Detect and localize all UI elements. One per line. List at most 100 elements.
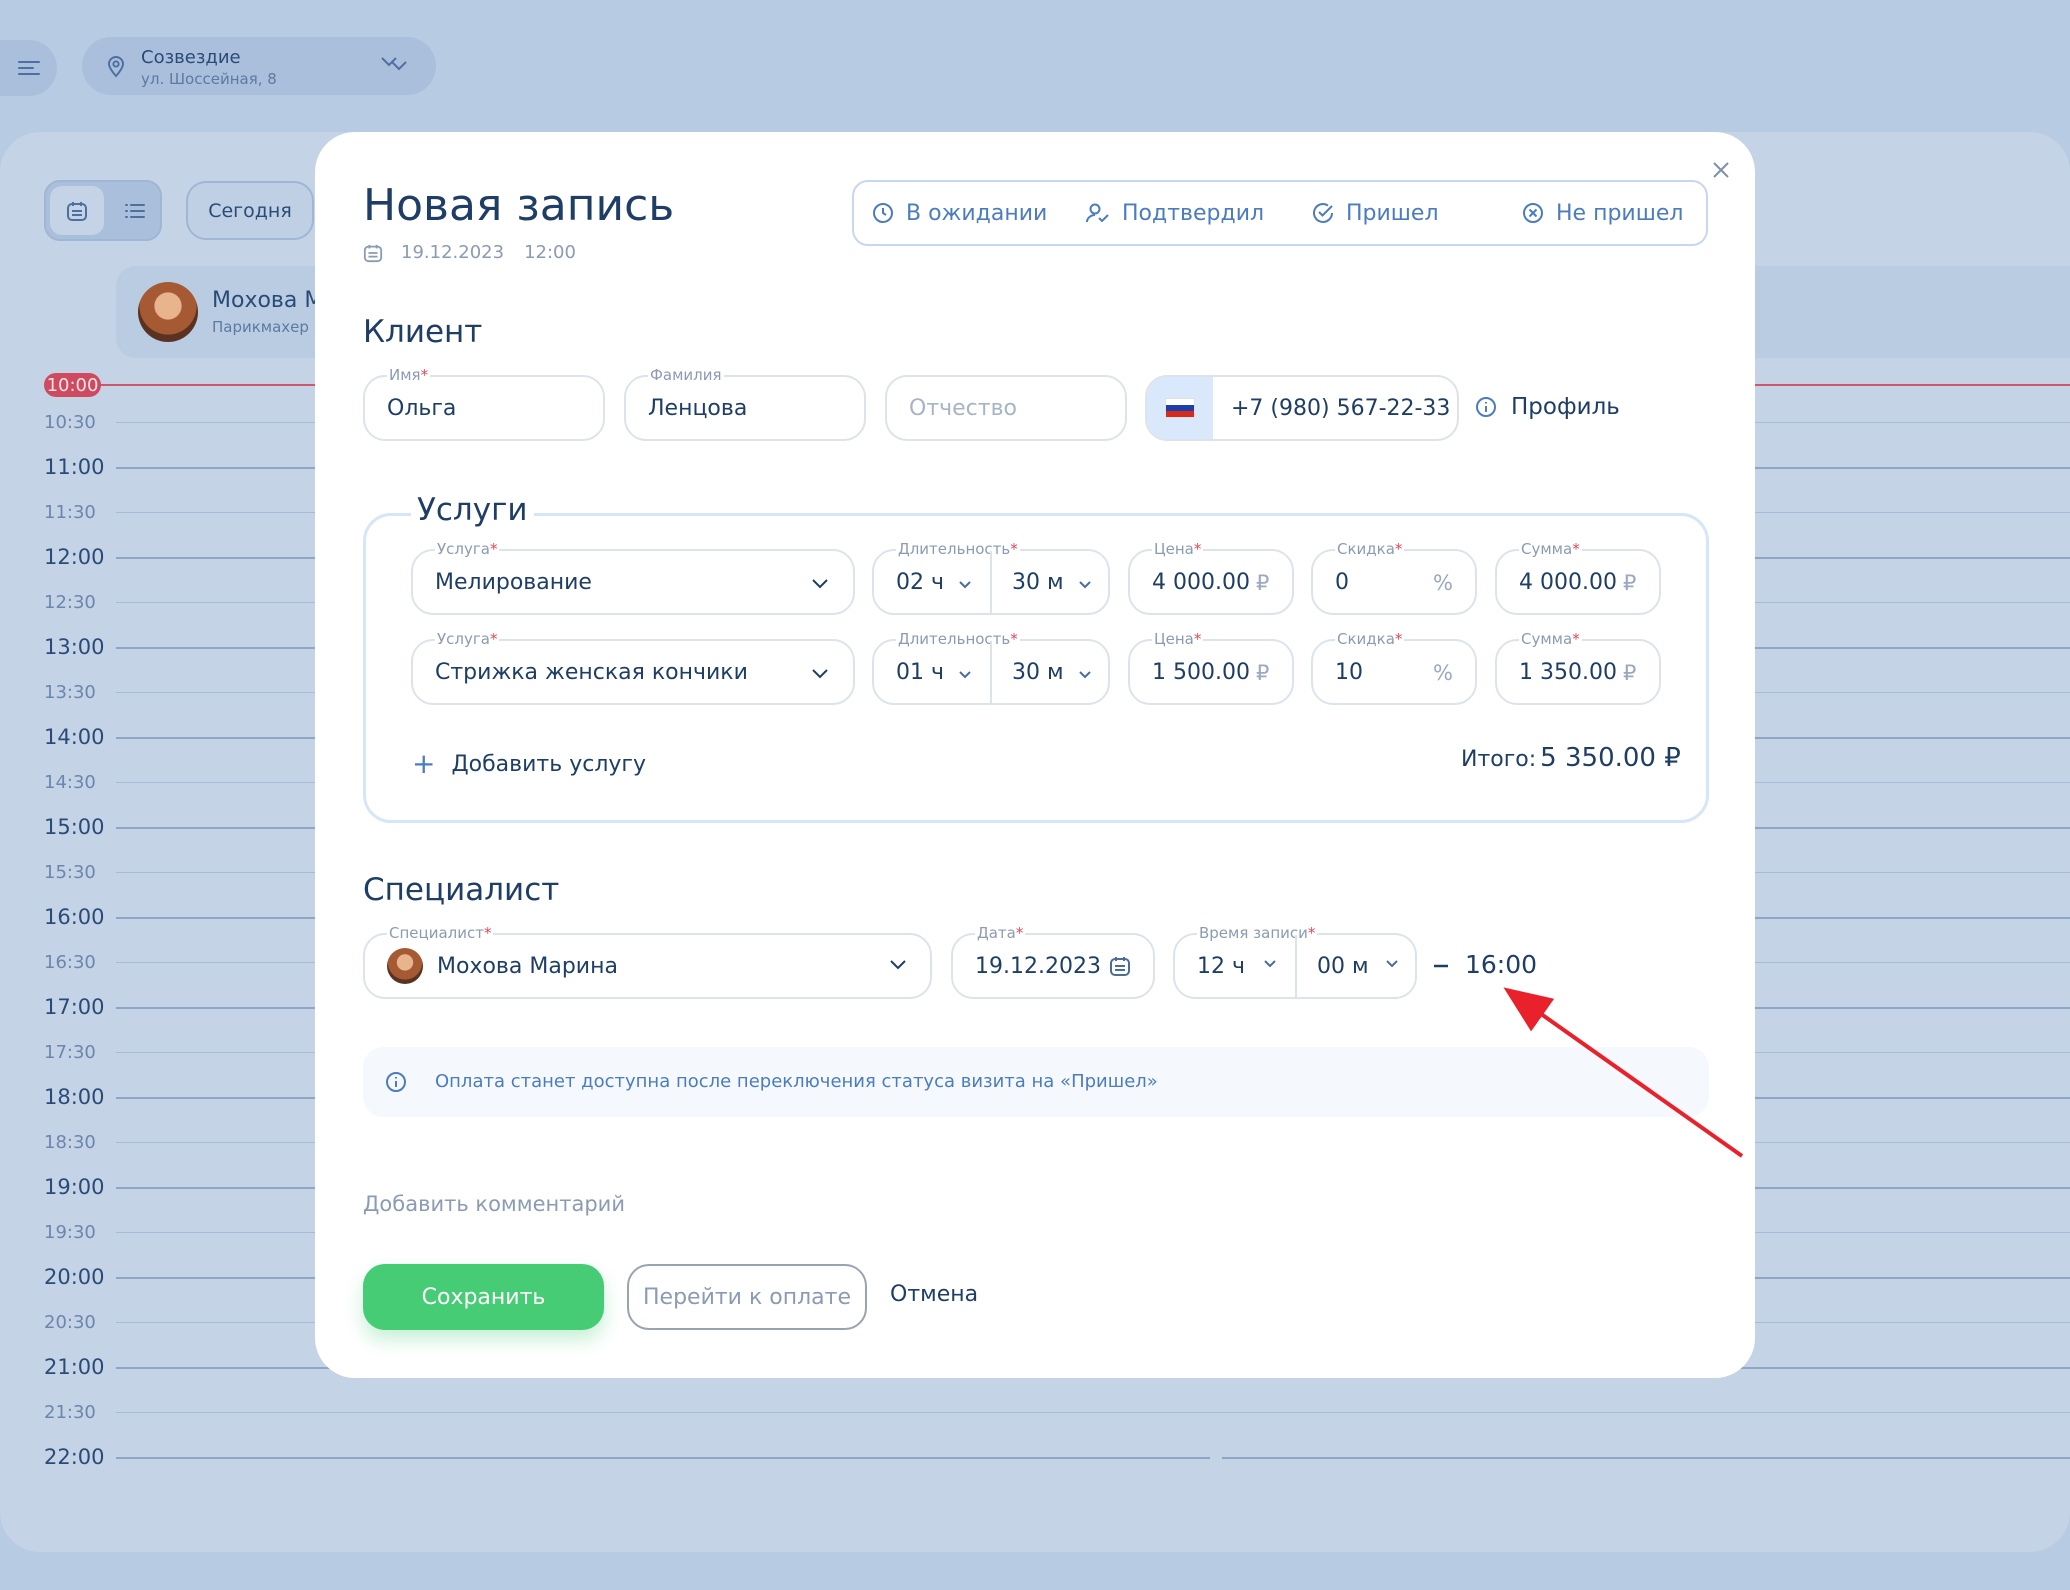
price-value: 1 500.00: [1152, 660, 1250, 685]
field-label: Услуга: [437, 540, 490, 558]
save-button[interactable]: Сохранить: [363, 1264, 604, 1330]
patronymic-field[interactable]: Отчество: [885, 375, 1127, 441]
time-gridline: [116, 1412, 2070, 1413]
currency-sign: ₽: [1623, 661, 1637, 685]
last-name-field[interactable]: Фамилия Ленцова: [624, 366, 866, 441]
time-label: 12:00: [44, 545, 105, 569]
patronymic-placeholder: Отчество: [909, 396, 1018, 421]
status-waiting[interactable]: В ожидании: [872, 182, 1047, 244]
service-value: Мелирование: [435, 570, 592, 595]
sum-field[interactable]: Сумма* 4 000.00 ₽: [1495, 540, 1661, 615]
time-label: 16:30: [44, 952, 96, 973]
country-selector[interactable]: [1147, 377, 1213, 439]
time-label: 18:30: [44, 1132, 96, 1153]
chevron-down-icon[interactable]: [958, 575, 972, 594]
list-icon: [125, 203, 145, 218]
info-text: Оплата станет доступна после переключени…: [435, 1071, 1158, 1092]
chevron-down-icon[interactable]: [1078, 575, 1092, 594]
add-service-label: Добавить услугу: [451, 751, 646, 777]
service-value: Стрижка женская кончики: [435, 660, 748, 685]
chevron-down-icon[interactable]: [958, 665, 972, 684]
calendar-view-button[interactable]: [50, 186, 104, 235]
field-label: Услуга: [437, 630, 490, 648]
time-label: 17:00: [44, 995, 105, 1019]
time-label: 16:00: [44, 905, 105, 929]
list-view-button[interactable]: [110, 186, 160, 235]
date-field[interactable]: Дата* 19.12.2023: [951, 924, 1155, 999]
add-service-button[interactable]: + Добавить услугу: [412, 750, 646, 778]
time-label: 15:30: [44, 862, 96, 883]
go-to-payment-button[interactable]: Перейти к оплате: [627, 1264, 867, 1330]
appointment-date: 19.12.2023: [401, 242, 505, 263]
phone-value: +7 (980) 567-22-33: [1231, 396, 1451, 421]
add-comment-link[interactable]: Добавить комментарий: [363, 1192, 625, 1216]
avatar: [138, 282, 198, 342]
status-confirmed[interactable]: Подтвердил: [1086, 182, 1264, 244]
time-gridline: [116, 1457, 1210, 1459]
time-label: 11:30: [44, 502, 96, 523]
end-time: 16:00: [1465, 950, 1538, 979]
duration-hours-value: 02 ч: [896, 570, 944, 595]
sum-value: 4 000.00: [1519, 570, 1617, 595]
status-no-show[interactable]: Не пришел: [1522, 182, 1683, 244]
chevron-down-icon[interactable]: [390, 59, 408, 71]
time-field[interactable]: Время записи* 12 ч 00 м: [1173, 924, 1417, 999]
field-label: Цена: [1154, 630, 1194, 648]
cancel-button[interactable]: Отмена: [890, 1282, 978, 1307]
discount-value: 0: [1335, 570, 1349, 595]
time-label: 20:30: [44, 1312, 96, 1333]
duration-field[interactable]: Длительность* 02 ч 30 м: [872, 540, 1110, 615]
phone-field[interactable]: +7 (980) 567-22-33: [1145, 375, 1459, 441]
chevron-down-icon[interactable]: [1263, 959, 1277, 969]
clock-icon: [873, 203, 893, 223]
status-arrived[interactable]: Пришел: [1312, 182, 1439, 244]
first-name-value: Ольга: [387, 396, 457, 421]
chevron-down-icon[interactable]: [1078, 665, 1092, 684]
avatar: [387, 948, 423, 984]
service-select[interactable]: Услуга* Мелирование: [411, 540, 855, 615]
location-selector[interactable]: Созвездие ул. Шоссейная, 8: [82, 37, 436, 95]
duration-field[interactable]: Длительность* 01 ч 30 м: [872, 630, 1110, 705]
service-select[interactable]: Услуга* Стрижка женская кончики: [411, 630, 855, 705]
sum-field[interactable]: Сумма* 1 350.00 ₽: [1495, 630, 1661, 705]
discount-field[interactable]: Скидка* 10 %: [1311, 630, 1477, 705]
time-label: 13:30: [44, 682, 96, 703]
chevron-down-icon[interactable]: [1385, 959, 1399, 969]
time-label: 21:30: [44, 1402, 96, 1423]
specialist-name: Мохова М: [212, 288, 324, 313]
time-label: 10:30: [44, 412, 96, 433]
time-label: 19:00: [44, 1175, 105, 1199]
price-field[interactable]: Цена* 4 000.00 ₽: [1128, 540, 1294, 615]
field-label: Имя: [389, 366, 421, 384]
new-appointment-modal: Новая запись 19.12.2023 12:00 В ожидании…: [315, 132, 1755, 1378]
price-field[interactable]: Цена* 1 500.00 ₽: [1128, 630, 1294, 705]
time-label: 11:00: [44, 455, 105, 479]
current-time-badge: 10:00: [44, 373, 101, 397]
status-label: В ожидании: [906, 200, 1048, 226]
calendar-icon: [363, 244, 383, 262]
today-button[interactable]: Сегодня: [186, 181, 314, 240]
close-button[interactable]: [1707, 156, 1735, 184]
user-check-icon: [1086, 203, 1109, 223]
field-label: Цена: [1154, 540, 1194, 558]
currency-sign: ₽: [1256, 571, 1270, 595]
first-name-field[interactable]: Имя* Ольга: [363, 366, 605, 441]
time-label: 14:30: [44, 772, 96, 793]
specialist-section-title: Специалист: [363, 872, 560, 908]
time-gridline: [1222, 1457, 2070, 1459]
calendar-icon[interactable]: [1109, 955, 1131, 977]
menu-button[interactable]: [0, 40, 57, 96]
field-label: Скидка: [1337, 540, 1395, 558]
profile-link[interactable]: Профиль: [1475, 394, 1620, 420]
field-label: Длительность: [898, 630, 1011, 648]
discount-value: 10: [1335, 660, 1363, 685]
field-label: Дата: [977, 924, 1016, 942]
appointment-datetime: 19.12.2023 12:00: [363, 242, 576, 263]
field-label: Длительность: [898, 540, 1011, 558]
discount-field[interactable]: Скидка* 0 %: [1311, 540, 1477, 615]
specialist-value: Мохова Марина: [437, 954, 618, 979]
field-label: Фамилия: [648, 366, 724, 384]
specialist-select[interactable]: Специалист* Мохова Марина: [363, 924, 932, 999]
total-label: Итого:: [1461, 747, 1537, 772]
time-label: 20:00: [44, 1265, 105, 1289]
